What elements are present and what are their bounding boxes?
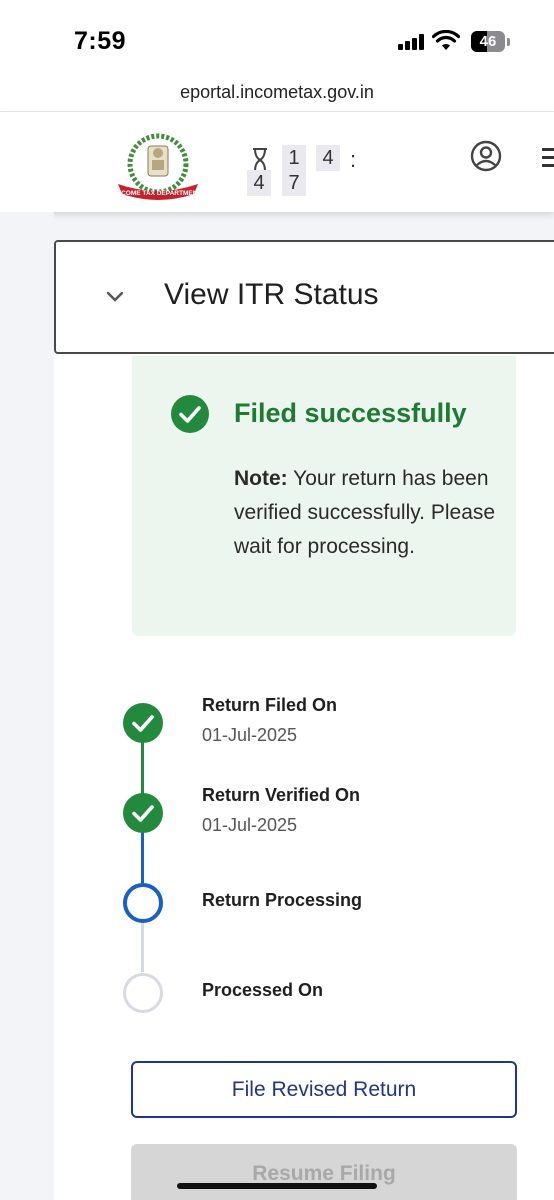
check-icon [132, 805, 154, 822]
browser-url-bar[interactable]: eportal.incometax.gov.in [0, 76, 554, 112]
url-text[interactable]: eportal.incometax.gov.in [0, 82, 554, 103]
check-icon [132, 715, 154, 732]
note-label: Note: [234, 467, 288, 490]
timeline-node-current [123, 883, 163, 923]
status-title: Filed successfully [234, 398, 467, 428]
timer-digit: 7 [282, 170, 306, 196]
site-header: INCOME TAX DEPARTMENT 1 4 : 4 7 [0, 112, 554, 212]
view-itr-status-accordion[interactable]: View ITR Status [54, 240, 554, 354]
timeline-label: Processed On [202, 980, 324, 1000]
status-note: Note: Your return has been verified succ… [234, 462, 504, 564]
income-tax-department-logo[interactable]: INCOME TAX DEPARTMENT [114, 132, 202, 206]
timer-digit: 4 [247, 170, 271, 196]
timeline-label: Return Verified On [202, 785, 361, 805]
wifi-icon [432, 30, 460, 50]
timeline-date: 01-Jul-2025 [202, 725, 298, 745]
home-indicator [177, 1183, 377, 1189]
timeline-node-pending [123, 973, 163, 1013]
profile-icon[interactable] [470, 140, 502, 172]
timeline-date: 01-Jul-2025 [202, 815, 298, 835]
signal-icon [398, 34, 426, 50]
file-revised-return-button[interactable]: File Revised Return [131, 1061, 517, 1118]
battery-level-text: 46 [479, 33, 497, 50]
menu-icon[interactable] [542, 148, 554, 170]
status-bar: 7:59 46 [0, 0, 554, 76]
timer-colon: : [350, 147, 357, 172]
status-message-box: Filed successfully Note: Your return has… [132, 356, 516, 636]
chevron-down-icon[interactable] [104, 285, 126, 307]
timeline-connector [141, 920, 144, 972]
resume-filing-button[interactable]: Resume Filing [131, 1144, 517, 1200]
check-circle-icon [171, 395, 209, 433]
battery-cap [507, 38, 510, 46]
timer-digit: 1 [282, 145, 306, 171]
timer-digit: 4 [316, 145, 340, 171]
accordion-title: View ITR Status [164, 278, 379, 311]
timeline-label: Return Processing [202, 890, 363, 910]
timeline-node-done [123, 793, 163, 833]
status-time: 7:59 [74, 27, 127, 55]
timeline-node-done [123, 703, 163, 743]
logo-text: INCOME TAX DEPARTMENT [115, 190, 202, 197]
left-gutter [0, 212, 54, 1200]
timeline-connector [141, 832, 144, 884]
timeline-label: Return Filed On [202, 695, 337, 715]
battery-icon: 46 [471, 31, 505, 52]
